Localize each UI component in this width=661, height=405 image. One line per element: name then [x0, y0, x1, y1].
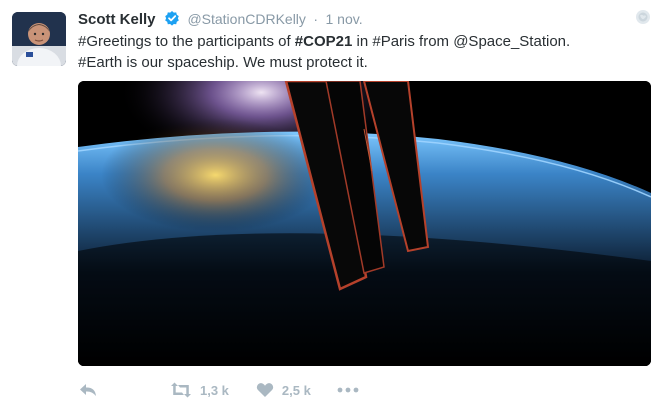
globe-icon[interactable]	[635, 9, 651, 25]
more-dots-icon	[337, 387, 359, 393]
author-handle[interactable]: @StationCDRKelly	[187, 11, 305, 27]
tweet-card[interactable]: Scott Kelly @StationCDRKelly · 1 nov. #G…	[0, 0, 661, 405]
reply-icon	[80, 384, 96, 396]
tweet-header: Scott Kelly @StationCDRKelly · 1 nov.	[78, 10, 363, 30]
tweet-actions: 1,3 k 2,5 k	[78, 378, 359, 402]
like-button[interactable]: 2,5 k	[256, 382, 311, 398]
heart-icon	[256, 383, 274, 397]
hashtag-cop21[interactable]: #COP21	[295, 33, 353, 50]
text-segment: #Greetings to the participants of	[78, 33, 295, 50]
separator-dot: ·	[313, 11, 319, 27]
tweet-text-line-2: #Earth is our spaceship. We must protect…	[78, 54, 368, 71]
like-count: 2,5 k	[281, 382, 311, 398]
astronaut-avatar-image	[12, 12, 66, 66]
tweet-text-line-1: #Greetings to the participants of #COP21…	[78, 31, 648, 52]
text-segment: in #Paris from @Space_Station.	[352, 33, 571, 50]
verified-badge-icon	[164, 10, 180, 31]
tweet-media-image[interactable]	[78, 81, 651, 366]
author-name[interactable]: Scott Kelly	[78, 11, 156, 28]
avatar[interactable]	[12, 12, 66, 66]
retweet-icon	[171, 382, 191, 398]
tweet-time[interactable]: 1 nov.	[326, 11, 363, 27]
reply-button[interactable]	[78, 382, 98, 398]
tweet-text: #Greetings to the participants of #COP21…	[78, 31, 648, 73]
more-options-button[interactable]	[337, 387, 359, 393]
space-station-earth-image	[78, 81, 651, 366]
retweet-count: 1,3 k	[200, 382, 229, 398]
retweet-button[interactable]: 1,3 k	[170, 382, 229, 398]
